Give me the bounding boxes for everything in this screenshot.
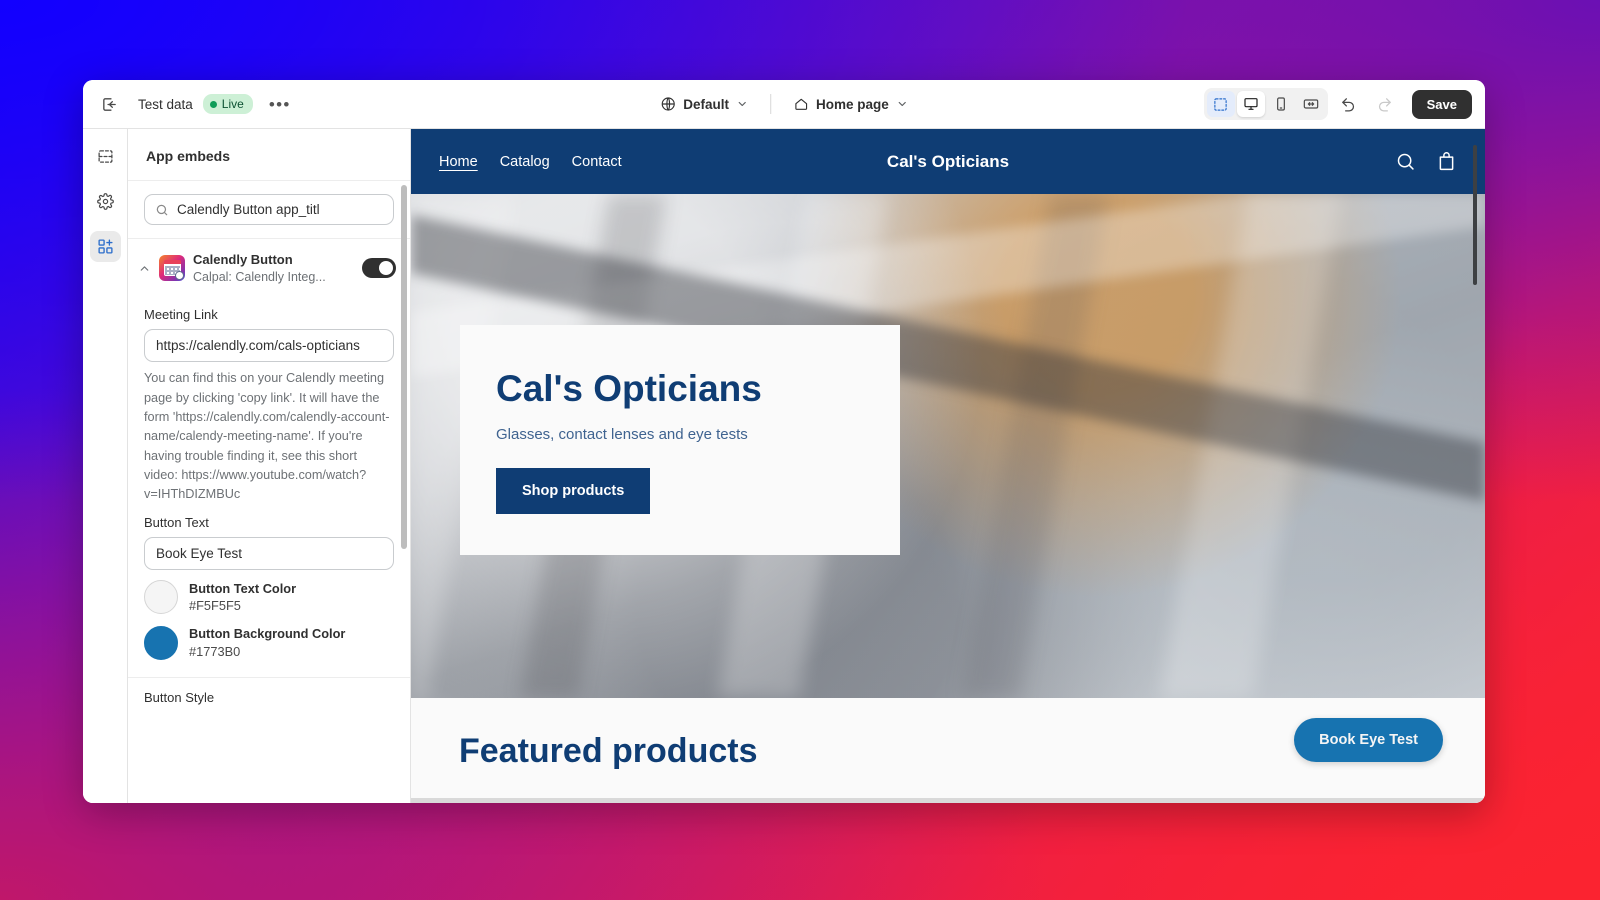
save-button[interactable]: Save bbox=[1411, 89, 1472, 119]
panel-title: App embeds bbox=[128, 129, 410, 181]
button-text-color-row[interactable]: Button Text Color #F5F5F5 bbox=[128, 570, 410, 616]
top-bar: Test data Live ••• Default Home page Sav… bbox=[83, 80, 1485, 129]
theme-selector[interactable]: Default bbox=[652, 91, 756, 117]
app-embed-name: Calendly Button bbox=[193, 252, 293, 267]
app-embeds-panel: App embeds Calendly Button app_titl Cale… bbox=[128, 129, 411, 803]
calendar-app-icon bbox=[159, 255, 185, 282]
meeting-link-field: Meeting Link You can find this on your C… bbox=[128, 307, 410, 504]
desktop-view-icon[interactable] bbox=[1236, 91, 1265, 117]
storefront-brand: Cal's Opticians bbox=[886, 151, 1010, 171]
chevron-down-icon bbox=[896, 98, 908, 110]
page-selector[interactable]: Home page bbox=[785, 91, 916, 117]
meeting-link-help: You can find this on your Calendly meeti… bbox=[144, 371, 390, 502]
search-input[interactable] bbox=[177, 202, 383, 217]
store-name: Test data bbox=[138, 96, 193, 112]
featured-products-section: Featured products Book Eye Test bbox=[411, 698, 1485, 798]
button-text-color-value: #F5F5F5 bbox=[189, 598, 241, 614]
toolbar-divider bbox=[769, 94, 771, 114]
mobile-view-icon[interactable] bbox=[1267, 91, 1295, 117]
button-style-label: Button Style bbox=[144, 690, 215, 706]
top-bar-right: Save bbox=[1203, 88, 1485, 120]
shopping-bag-icon[interactable] bbox=[1436, 151, 1457, 172]
app-embed-text: Calendly Button Calpal: Calendly Integ..… bbox=[193, 251, 354, 285]
home-icon bbox=[793, 96, 809, 112]
sections-icon[interactable] bbox=[90, 141, 121, 172]
meeting-link-label: Meeting Link bbox=[144, 307, 218, 323]
button-text-color-swatch[interactable] bbox=[144, 580, 178, 615]
redo-icon[interactable] bbox=[1370, 89, 1400, 119]
nav-link-contact[interactable]: Contact bbox=[572, 154, 622, 170]
hero-subtitle: Glasses, contact lenses and eye tests bbox=[496, 425, 748, 443]
preview-scrollbar[interactable] bbox=[1473, 145, 1477, 285]
button-bg-color-row[interactable]: Button Background Color #1773B0 bbox=[128, 615, 410, 661]
chevron-down-icon bbox=[736, 98, 748, 110]
app-embed-item[interactable]: Calendly Button Calpal: Calendly Integ..… bbox=[128, 239, 410, 297]
app-embed-toggle[interactable] bbox=[362, 258, 396, 279]
button-text-color-text: Button Text Color #F5F5F5 bbox=[189, 580, 296, 616]
storefront-nav-links: Home Catalog Contact bbox=[439, 154, 622, 170]
theme-selector-label: Default bbox=[683, 96, 729, 112]
status-badge-label: Live bbox=[221, 97, 244, 111]
button-text-color-label: Button Text Color bbox=[189, 580, 297, 596]
hero-section: Cal's Opticians Glasses, contact lenses … bbox=[411, 194, 1485, 698]
button-text-label: Button Text bbox=[144, 514, 209, 530]
search-box[interactable] bbox=[144, 194, 394, 225]
hero-title: Cal's Opticians bbox=[496, 368, 762, 409]
settings-gear-icon[interactable] bbox=[90, 186, 121, 217]
featured-products-title: Featured products bbox=[459, 732, 758, 770]
button-bg-color-text: Button Background Color #1773B0 bbox=[189, 625, 345, 661]
button-bg-color-label: Button Background Color bbox=[189, 626, 346, 642]
exit-icon[interactable] bbox=[94, 89, 124, 119]
button-text-field: Button Text bbox=[128, 515, 410, 570]
app-embed-subtitle: Calpal: Calendly Integ... bbox=[193, 269, 326, 284]
live-dot-icon bbox=[209, 100, 217, 108]
shop-products-button[interactable]: Shop products bbox=[496, 467, 651, 514]
panel-scroll-area: Calendly Button Calpal: Calendly Integ..… bbox=[128, 181, 410, 803]
nav-link-catalog[interactable]: Catalog bbox=[500, 154, 550, 170]
storefront-nav-actions bbox=[1395, 151, 1457, 172]
editor-body: App embeds Calendly Button app_titl Cale… bbox=[83, 129, 1485, 803]
fullwidth-view-icon[interactable] bbox=[1297, 91, 1325, 117]
button-bg-color-swatch[interactable] bbox=[144, 626, 178, 661]
book-eye-test-button[interactable]: Book Eye Test bbox=[1294, 718, 1443, 762]
storefront-preview: Home Catalog Contact Cal's Opticians Cal… bbox=[411, 129, 1485, 803]
hero-card: Cal's Opticians Glasses, contact lenses … bbox=[460, 325, 900, 555]
apps-icon[interactable] bbox=[89, 231, 121, 262]
meeting-link-input[interactable] bbox=[144, 329, 394, 363]
status-badge: Live bbox=[202, 94, 253, 114]
chevron-up-icon[interactable] bbox=[138, 262, 151, 275]
button-text-input[interactable] bbox=[144, 536, 394, 570]
undo-icon[interactable] bbox=[1334, 89, 1364, 119]
search-wrapper bbox=[128, 181, 410, 238]
button-bg-color-value: #1773B0 bbox=[189, 644, 241, 660]
ellipsis-icon[interactable]: ••• bbox=[263, 92, 297, 117]
top-bar-center: Default Home page bbox=[652, 91, 916, 117]
globe-icon bbox=[660, 96, 676, 112]
page-selector-label: Home page bbox=[815, 96, 889, 112]
storefront-nav: Home Catalog Contact Cal's Opticians bbox=[411, 129, 1485, 194]
nav-link-home[interactable]: Home bbox=[439, 154, 478, 170]
view-mode-group bbox=[1203, 88, 1328, 120]
theme-editor-window: Test data Live ••• Default Home page Sav… bbox=[83, 80, 1485, 803]
left-rail bbox=[83, 129, 128, 803]
search-icon bbox=[155, 203, 169, 217]
top-bar-left: Test data Live ••• bbox=[83, 89, 297, 119]
select-tool-icon[interactable] bbox=[1206, 91, 1235, 117]
search-icon[interactable] bbox=[1395, 151, 1416, 172]
panel-scrollbar[interactable] bbox=[401, 185, 407, 549]
